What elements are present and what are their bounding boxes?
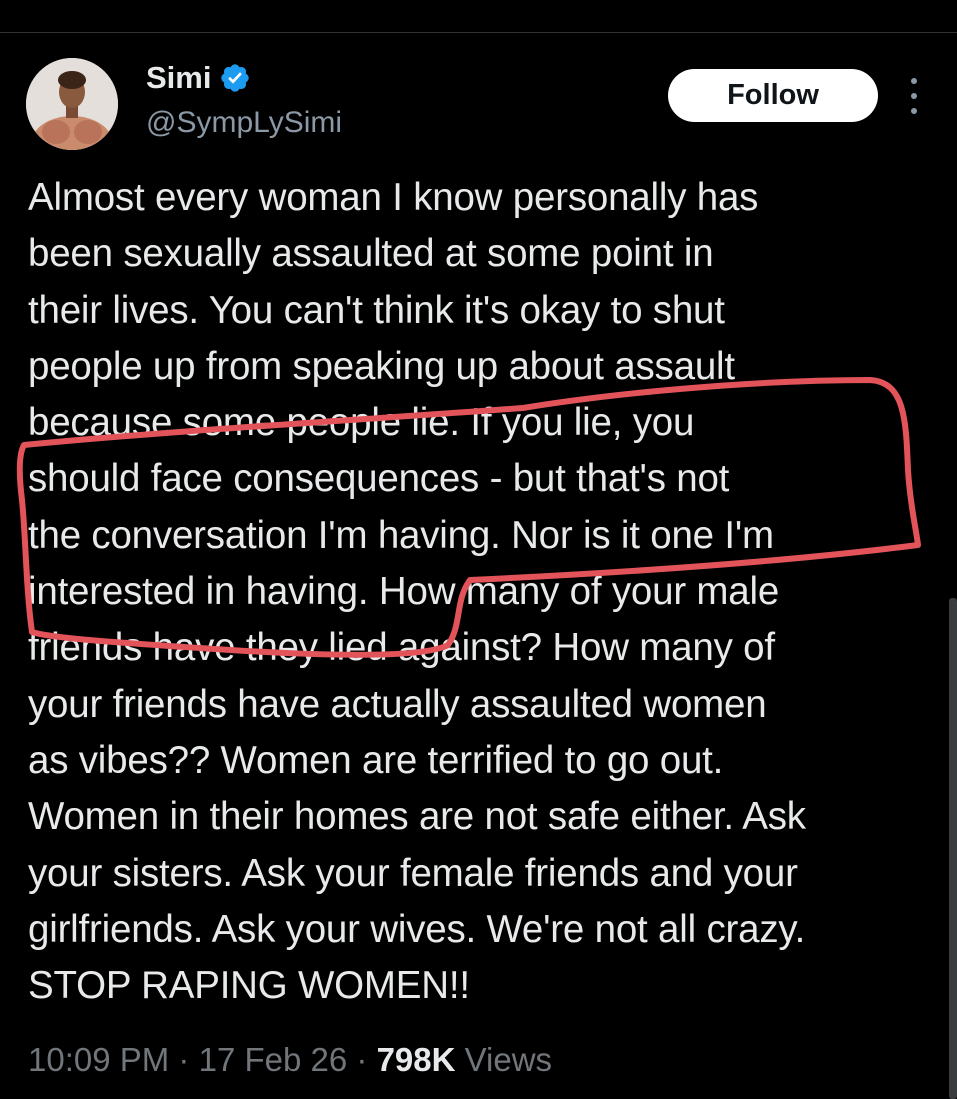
tweet-text-line: been sexually assaulted at some point in (28, 232, 714, 276)
tweet-text-line: people up from speaking up about assault (28, 344, 735, 388)
tweet-text-line: friends have they lied against? How many… (28, 626, 775, 670)
tweet-text: Almost every woman I know personally has… (28, 170, 943, 1014)
meta-separator: · (178, 1041, 190, 1078)
tweet-text-line: the conversation I'm having. Nor is it o… (28, 513, 774, 557)
author-handle[interactable]: @SympLySimi (146, 103, 342, 143)
more-dot (911, 93, 917, 99)
tweet-text-line: your friends have actually assaulted wom… (28, 682, 767, 726)
tweet-text-line: Women in their homes are not safe either… (28, 795, 806, 839)
tweet-meta: 10:09 PM · 17 Feb 26 · 798K Views (28, 1038, 552, 1082)
scrollbar[interactable] (949, 598, 957, 1099)
tweet-text-line: STOP RAPING WOMEN!! (28, 964, 470, 1008)
tweet-text-line: because some people lie. If you lie, you (28, 401, 695, 445)
follow-button[interactable]: Follow (668, 69, 878, 122)
views-label: Views (464, 1041, 553, 1078)
tweet-text-line: Almost every woman I know personally has (28, 176, 759, 219)
views-count[interactable]: 798K (377, 1041, 456, 1078)
meta-separator: · (356, 1041, 368, 1078)
tweet-text-line: as vibes?? Women are terrified to go out… (28, 738, 724, 782)
more-dot (911, 108, 917, 114)
tweet-time[interactable]: 10:09 PM (28, 1041, 169, 1078)
more-dot (911, 78, 917, 84)
tweet-text-line: their lives. You can't think it's okay t… (28, 288, 725, 332)
tweet-date[interactable]: 17 Feb 26 (199, 1041, 348, 1078)
verified-badge-icon (219, 62, 251, 94)
tweet-text-line: should face consequences - but that's no… (28, 457, 730, 501)
avatar[interactable] (26, 58, 118, 150)
author-display-name[interactable]: Simi (146, 58, 211, 98)
author-name-row[interactable]: Simi (146, 58, 251, 98)
profile-photo-icon (26, 58, 118, 150)
tweet-text-line: interested in having. How many of your m… (28, 570, 780, 614)
tweet-text-line: your sisters. Ask your female friends an… (28, 851, 798, 895)
more-vertical-icon[interactable] (900, 78, 928, 114)
top-divider (0, 32, 957, 33)
tweet-text-line: girlfriends. Ask your wives. We're not a… (28, 907, 806, 951)
